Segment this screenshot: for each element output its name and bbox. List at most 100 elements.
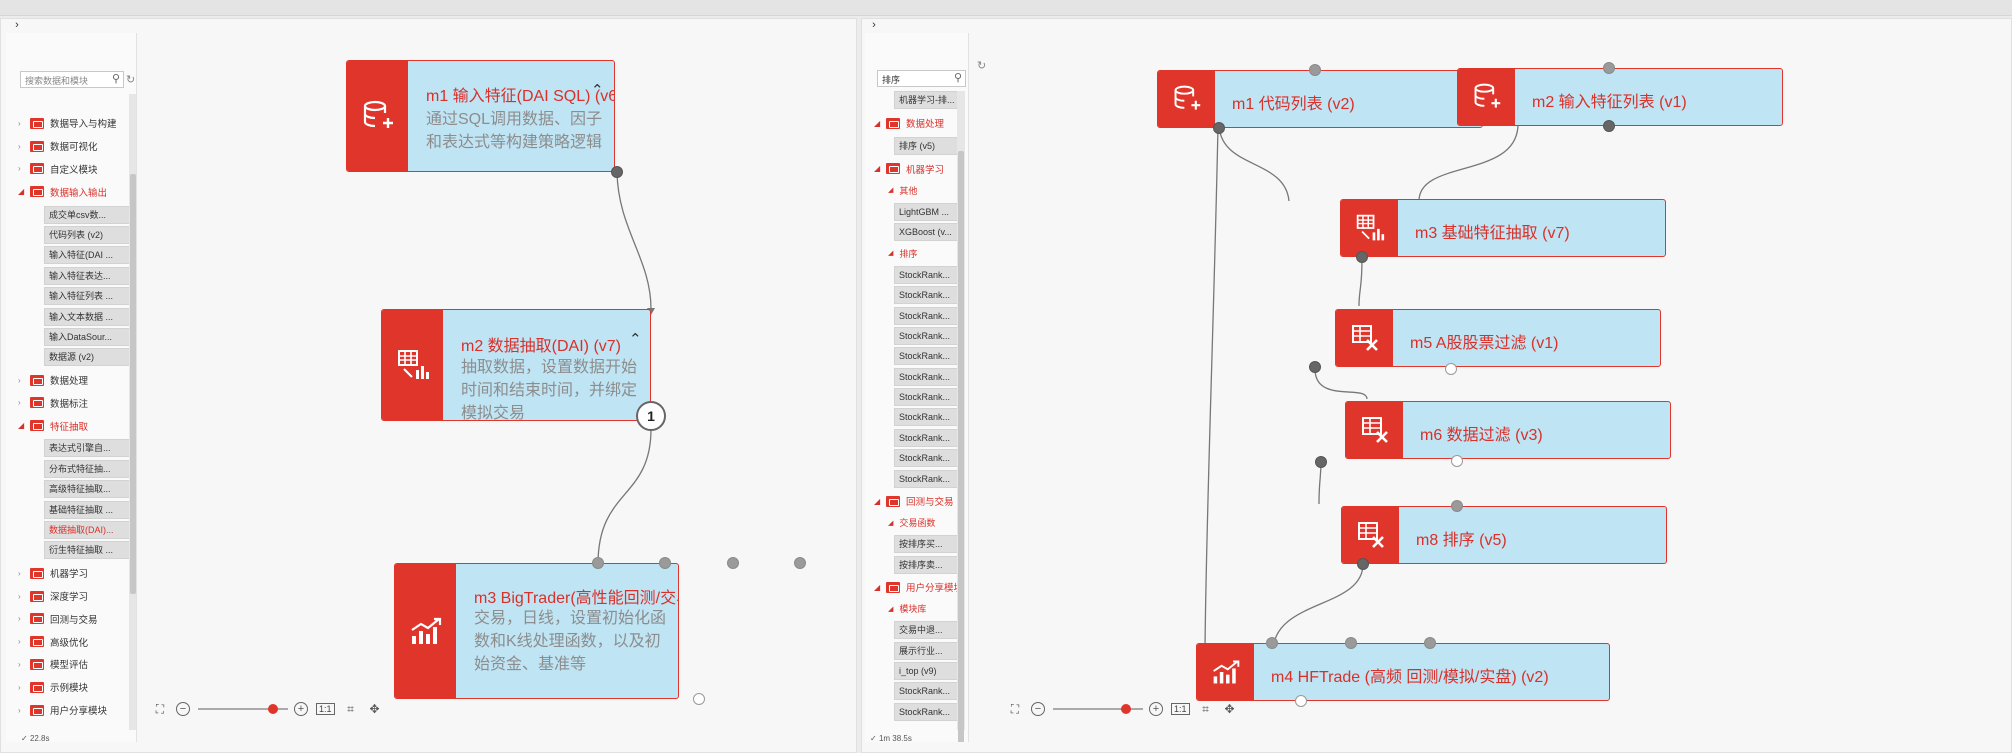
node-m4-output-port[interactable]: [1295, 695, 1307, 707]
caret-right-icon[interactable]: ›: [18, 398, 30, 407]
node-m5[interactable]: m5 A股股票过滤 (v1): [1335, 309, 1661, 367]
caret-right-icon[interactable]: ›: [18, 683, 30, 692]
node-m8[interactable]: m8 排序 (v5): [1341, 506, 1667, 564]
zoom-out-icon[interactable]: −: [176, 702, 190, 716]
fit-view-icon[interactable]: ⛶: [152, 701, 168, 717]
auto-layout-icon[interactable]: ⌗: [1198, 701, 1214, 717]
tree-category[interactable]: › 回测与交易: [18, 607, 128, 630]
module-item[interactable]: 成交单csv数...: [44, 205, 136, 224]
module-item[interactable]: 输入特征表达...: [44, 266, 136, 285]
node-m2-output-port[interactable]: [1603, 120, 1615, 132]
tree-group[interactable]: ◢ 模块库: [888, 599, 964, 619]
node-m3-input-port-1[interactable]: [592, 557, 604, 569]
zoom-in-icon[interactable]: +: [1149, 702, 1163, 716]
caret-right-icon[interactable]: ›: [18, 614, 30, 623]
node-m4-input-port-2[interactable]: [1345, 637, 1357, 649]
module-item[interactable]: StockRank...: [894, 265, 964, 284]
module-item[interactable]: 表达式引擎自...: [44, 439, 136, 458]
module-item[interactable]: StockRank...: [894, 408, 964, 427]
module-item[interactable]: 输入DataSour...: [44, 327, 136, 346]
module-item[interactable]: 基础特征抽取 ...: [44, 500, 136, 519]
tree-group[interactable]: ◢ 排序: [888, 243, 964, 263]
node-m3-output-port[interactable]: [1356, 251, 1368, 263]
caret-down-icon[interactable]: ◢: [874, 119, 886, 128]
node-m1-input-port[interactable]: [1309, 64, 1321, 76]
module-item[interactable]: StockRank...: [894, 449, 964, 468]
module-item[interactable]: 数据源 (v2): [44, 348, 136, 367]
module-item[interactable]: StockRank...: [894, 682, 964, 701]
caret-right-icon[interactable]: ›: [18, 660, 30, 669]
tree-category[interactable]: ◢ 数据输入输出: [18, 180, 128, 203]
caret-down-icon[interactable]: ◢: [874, 164, 886, 173]
sidebar-scrollbar[interactable]: [957, 91, 965, 742]
module-item[interactable]: 输入特征列表 ...: [44, 287, 136, 306]
caret-right-icon[interactable]: ›: [18, 119, 30, 128]
node-m2[interactable]: m2 数据抽取(DAI) (v7) 抽取数据，设置数据开始时间和结束时间，并绑定…: [381, 309, 651, 421]
node-m3[interactable]: m3 基础特征抽取 (v7): [1340, 199, 1666, 257]
module-item[interactable]: i_top (v9): [894, 661, 964, 680]
module-item[interactable]: StockRank...: [894, 702, 964, 721]
collapse-chevron-icon[interactable]: ⌃: [591, 81, 604, 99]
module-item[interactable]: StockRank...: [894, 326, 964, 345]
zoom-slider[interactable]: [198, 704, 288, 714]
fit-view-icon[interactable]: ⛶: [1007, 701, 1023, 717]
tree-category[interactable]: › 数据标注: [18, 392, 128, 415]
refresh-icon[interactable]: ↻: [977, 59, 986, 72]
tree-category[interactable]: › 数据处理: [18, 369, 128, 392]
zoom-slider[interactable]: [1053, 704, 1143, 714]
center-view-icon[interactable]: ✥: [1222, 701, 1238, 717]
tree-category[interactable]: ◢ 回测与交易: [874, 490, 964, 513]
module-item[interactable]: 交易中退...: [894, 621, 964, 640]
auto-layout-icon[interactable]: ⌗: [343, 701, 359, 717]
module-item[interactable]: 数据抽取(DAI)...: [44, 521, 136, 540]
module-item[interactable]: StockRank...: [894, 469, 964, 488]
caret-down-icon[interactable]: ◢: [888, 519, 893, 527]
actual-size-button[interactable]: 1:1: [1171, 703, 1190, 715]
search-icon[interactable]: ⚲: [954, 71, 962, 84]
node-m4-input-port-1[interactable]: [1266, 637, 1278, 649]
tree-category[interactable]: › 自定义模块: [18, 158, 128, 181]
module-item[interactable]: 输入文本数据 ...: [44, 307, 136, 326]
caret-down-icon[interactable]: ◢: [888, 249, 893, 257]
module-item[interactable]: 机器学习-排...: [894, 91, 964, 110]
expand-handle-icon[interactable]: ›: [10, 19, 24, 31]
node-m3-input-port-2[interactable]: [659, 557, 671, 569]
tree-category[interactable]: › 数据可视化: [18, 135, 128, 158]
caret-right-icon[interactable]: ›: [18, 706, 30, 715]
node-m5-output-port-2[interactable]: [1445, 363, 1457, 375]
module-item[interactable]: 分布式特征抽...: [44, 459, 136, 478]
caret-down-icon[interactable]: ◢: [18, 421, 30, 430]
center-view-icon[interactable]: ✥: [367, 701, 383, 717]
tree-category[interactable]: ◢ 机器学习: [874, 157, 964, 180]
tree-category[interactable]: ◢ 用户分享模块: [874, 576, 964, 599]
caret-right-icon[interactable]: ›: [18, 142, 30, 151]
tree-category[interactable]: › 模型评估: [18, 653, 128, 676]
caret-down-icon[interactable]: ◢: [874, 583, 886, 592]
node-m5-output-port-1[interactable]: [1309, 361, 1321, 373]
output-count-badge[interactable]: 1: [636, 401, 666, 431]
node-m6-output-port-1[interactable]: [1315, 456, 1327, 468]
module-item[interactable]: StockRank...: [894, 388, 964, 407]
module-item[interactable]: XGBoost (v...: [894, 222, 964, 241]
node-m1[interactable]: m1 输入特征(DAI SQL) (v6) 通过SQL调用数据、因子和表达式等构…: [346, 60, 615, 172]
tree-category[interactable]: ◢ 数据处理: [874, 112, 964, 135]
module-item[interactable]: 代码列表 (v2): [44, 225, 136, 244]
node-m1[interactable]: m1 代码列表 (v2): [1157, 70, 1483, 128]
module-item[interactable]: LightGBM ...: [894, 202, 964, 221]
caret-right-icon[interactable]: ›: [18, 164, 30, 173]
caret-right-icon[interactable]: ›: [18, 592, 30, 601]
search-input[interactable]: 搜索数据和模块 ⚲: [20, 71, 124, 88]
module-item[interactable]: 排序 (v5): [894, 136, 964, 155]
module-item[interactable]: 按排序卖...: [894, 555, 964, 574]
module-item[interactable]: 衍生特征抽取 ...: [44, 541, 136, 560]
module-item[interactable]: 高级特征抽取...: [44, 480, 136, 499]
tree-category[interactable]: › 高级优化: [18, 630, 128, 653]
module-item[interactable]: 展示行业...: [894, 641, 964, 660]
node-m1-output-port[interactable]: [611, 166, 623, 178]
node-m8-output-port[interactable]: [1357, 558, 1369, 570]
module-item[interactable]: 输入特征(DAI ...: [44, 246, 136, 265]
node-m6-output-port-2[interactable]: [1451, 455, 1463, 467]
caret-right-icon[interactable]: ›: [18, 637, 30, 646]
caret-down-icon[interactable]: ◢: [874, 497, 886, 506]
search-icon[interactable]: ⚲: [112, 72, 120, 85]
